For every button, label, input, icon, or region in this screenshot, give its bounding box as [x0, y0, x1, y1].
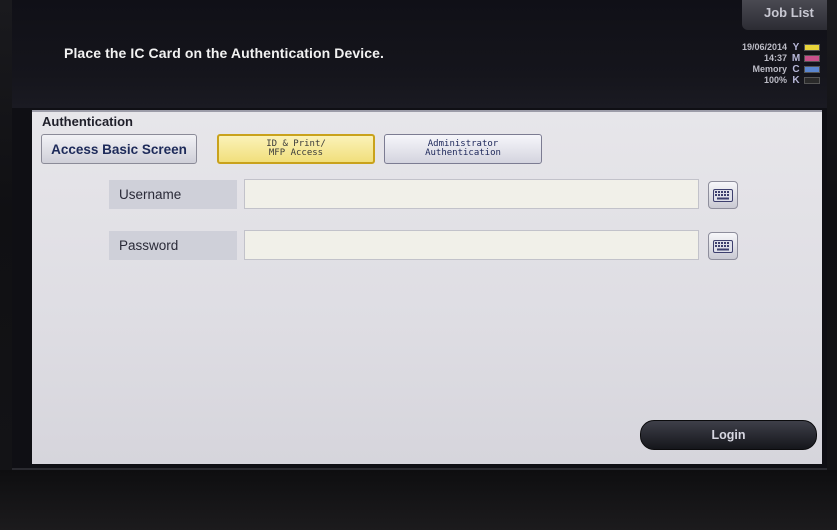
keyboard-icon: [713, 239, 733, 253]
username-keyboard-button[interactable]: [708, 181, 738, 209]
password-label: Password: [109, 231, 237, 260]
status-row-date: 19/06/2014 Y: [720, 42, 820, 53]
toner-channel-y: Y: [792, 42, 800, 53]
password-keyboard-button[interactable]: [708, 232, 738, 260]
device-status: 19/06/2014 Y 14:37 M Memory C 100% K: [720, 42, 820, 86]
username-label: Username: [109, 180, 237, 209]
keyboard-icon: [713, 188, 733, 202]
access-basic-screen-label: Access Basic Screen: [51, 141, 187, 157]
status-date: 19/06/2014: [741, 42, 787, 52]
memory-label: Memory: [752, 64, 787, 74]
device-bezel-bottom: [0, 470, 837, 530]
status-header: Place the IC Card on the Authentication …: [12, 0, 827, 108]
job-list-button[interactable]: Job List: [742, 0, 827, 30]
authentication-panel: Authentication Access Basic Screen ID & …: [32, 110, 822, 464]
access-basic-screen-button[interactable]: Access Basic Screen: [41, 134, 197, 164]
login-button[interactable]: Login: [640, 420, 817, 450]
id-print-mfp-access-label: ID & Print/ MFP Access: [266, 139, 326, 158]
toner-bar-y: [804, 44, 820, 51]
touch-screen: Place the IC Card on the Authentication …: [12, 0, 827, 470]
administrator-authentication-button[interactable]: Administrator Authentication: [384, 134, 542, 164]
status-time: 14:37: [763, 53, 787, 63]
instruction-message: Place the IC Card on the Authentication …: [64, 45, 385, 61]
toner-channel-k: K: [792, 75, 800, 86]
status-row-memory: Memory C: [720, 64, 820, 75]
panel-title: Authentication: [42, 114, 133, 129]
username-field[interactable]: [244, 179, 699, 209]
toner-bar-m: [804, 55, 820, 62]
toner-bar-k: [804, 77, 820, 84]
password-field[interactable]: [244, 230, 699, 260]
memory-value: 100%: [763, 75, 787, 85]
toner-channel-c: C: [792, 64, 800, 75]
toner-bar-c: [804, 66, 820, 73]
status-row-memory-value: 100% K: [720, 75, 820, 86]
status-row-time: 14:37 M: [720, 53, 820, 64]
id-print-mfp-access-button[interactable]: ID & Print/ MFP Access: [217, 134, 375, 164]
administrator-authentication-label: Administrator Authentication: [425, 139, 501, 158]
toner-channel-m: M: [791, 53, 801, 64]
